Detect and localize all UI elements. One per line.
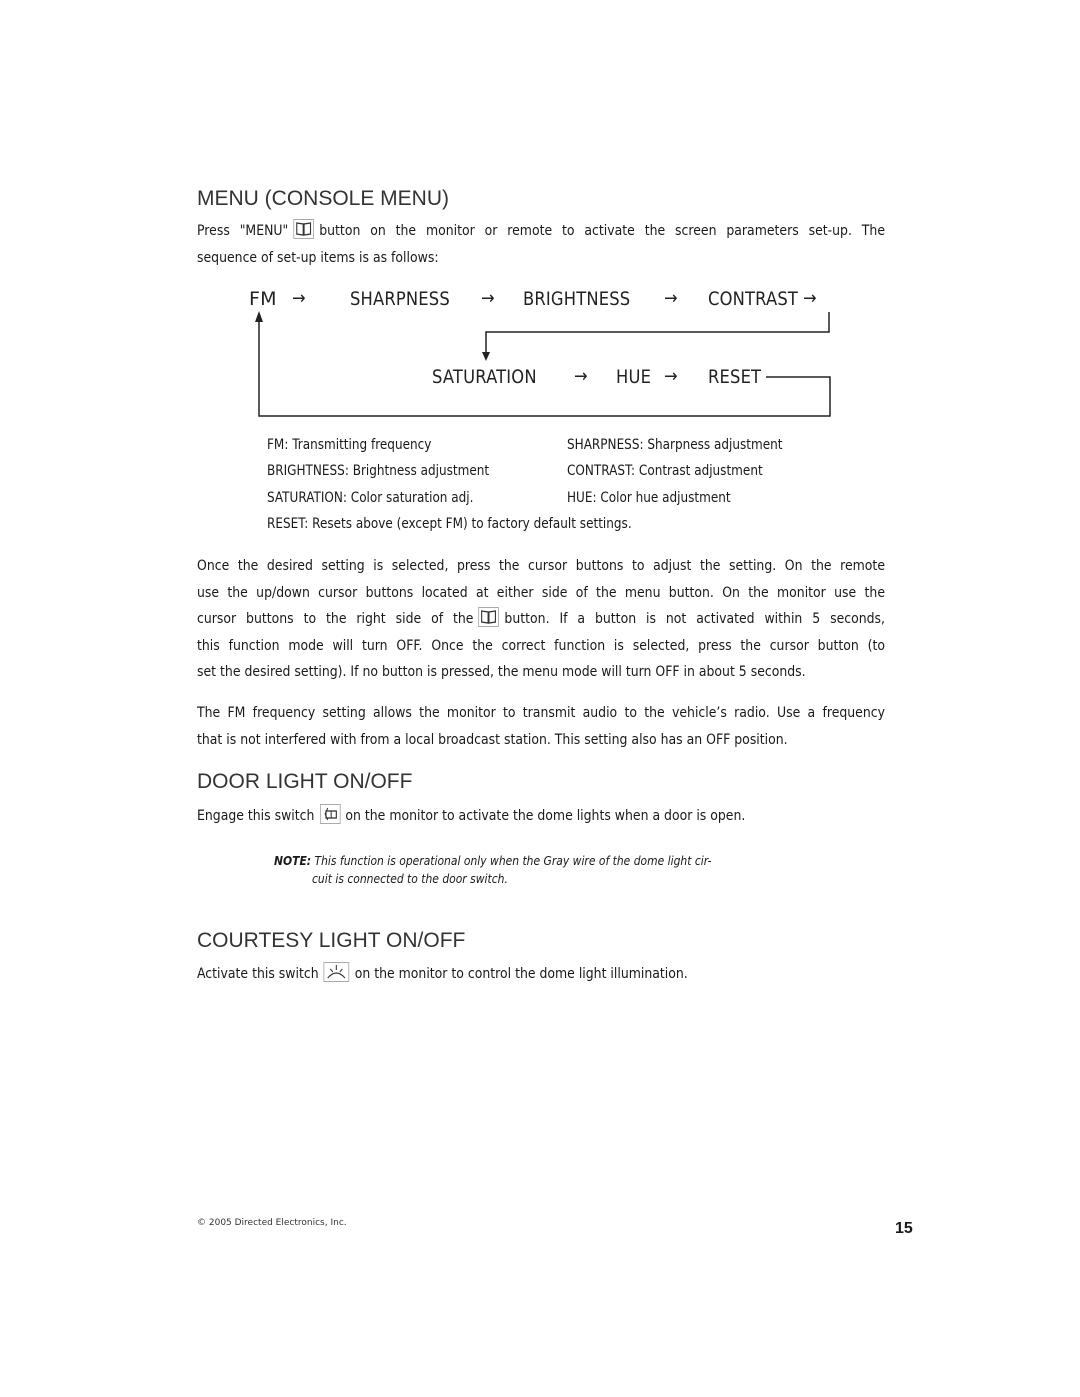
text-line: that is not interfered with from a local…	[197, 731, 788, 748]
definition-item: FM: Transmitting frequency	[267, 437, 432, 453]
definition-item: SATURATION: Color saturation adj.	[267, 490, 474, 506]
definition-item-reset: RESET: Resets above (except FM) to facto…	[267, 516, 632, 532]
car-door-icon	[319, 804, 341, 824]
text-line: Activate this switch on the monitor to co…	[197, 961, 688, 988]
note-text: This function is operational only when t…	[314, 853, 712, 868]
definition-item: HUE: Color hue adjustment	[567, 490, 731, 506]
section-heading-courtesy-light: COURTESY LIGHT ON/OFF	[197, 929, 466, 952]
door-light-text: Engage this switch on the monitor to acti…	[197, 803, 887, 830]
text-line: Engage this switch on the monitor to acti…	[197, 803, 745, 830]
section-heading-door-light: DOOR LIGHT ON/OFF	[197, 770, 413, 793]
dome-light-icon	[323, 962, 350, 982]
definition-item: BRIGHTNESS: Brightness adjustment	[267, 463, 490, 479]
flow-connector-lines	[255, 311, 831, 417]
door-light-note: NOTE: This function is operational only …	[274, 852, 783, 888]
text-line: use the up/down cursor buttons located a…	[197, 584, 885, 601]
note-label: NOTE:	[274, 853, 312, 868]
note-text: cuit is connected to the door switch.	[312, 871, 508, 886]
copyright: © 2005 Directed Electronics, Inc.	[197, 1218, 347, 1228]
menu-paragraph-usage: Once the desired setting is selected, pr…	[197, 553, 887, 686]
text-line: cursor buttons to the right side of the b…	[197, 606, 885, 633]
text-line: The FM frequency setting allows the moni…	[197, 705, 885, 721]
page-number: 15	[895, 1220, 913, 1237]
book-menu-icon	[478, 607, 500, 627]
menu-paragraph-fm: The FM frequency setting allows the moni…	[197, 700, 887, 753]
text-line: this function mode will turn OFF. Once t…	[197, 637, 885, 654]
definition-item: CONTRAST: Contrast adjustment	[567, 463, 763, 479]
courtesy-light-text: Activate this switch on the monitor to co…	[197, 961, 887, 988]
text-line: Once the desired setting is selected, pr…	[197, 558, 885, 574]
definition-item: SHARPNESS: Sharpness adjustment	[567, 437, 783, 453]
text-line: set the desired setting). If no button i…	[197, 664, 806, 680]
